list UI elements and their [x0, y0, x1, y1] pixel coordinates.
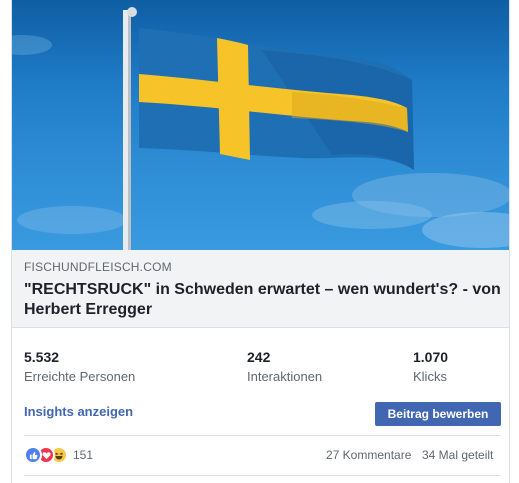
stat-reach: 5.532 Erreichte Personen — [24, 348, 135, 386]
shares-count-link[interactable]: 34 Mal geteilt — [422, 448, 493, 462]
like-icon — [24, 446, 42, 464]
stat-engagement-label: Interaktionen — [247, 369, 323, 384]
stat-clicks-label: Klicks — [413, 369, 447, 384]
reactions-summary[interactable]: 151 — [24, 446, 93, 464]
stat-reach-value: 5.532 — [24, 349, 60, 365]
post-stats: 5.532 Erreichte Personen 242 Interaktion… — [12, 348, 509, 388]
stat-engagement-value: 242 — [247, 349, 271, 365]
comments-count-link[interactable]: 27 Kommentare — [326, 448, 411, 462]
post-card: FISCHUNDFLEISCH.COM "RECHTSRUCK" in Schw… — [11, 0, 510, 483]
link-domain: FISCHUNDFLEISCH.COM — [24, 260, 172, 274]
reaction-count: 151 — [73, 448, 94, 462]
stat-engagement: 242 Interaktionen — [247, 348, 322, 386]
stat-reach-label: Erreichte Personen — [24, 369, 136, 384]
swedish-flag-image — [12, 7, 509, 250]
divider — [24, 435, 501, 436]
boost-post-button[interactable]: Beitrag bewerben — [375, 402, 501, 426]
link-headline[interactable]: "RECHTSRUCK" in Schweden erwartet – wen … — [24, 280, 504, 320]
link-preview-meta[interactable]: FISCHUNDFLEISCH.COM "RECHTSRUCK" in Schw… — [12, 250, 509, 328]
divider — [24, 475, 501, 476]
stat-clicks-value: 1.070 — [413, 349, 449, 365]
link-preview-image[interactable] — [12, 0, 509, 250]
stat-clicks: 1.070 Klicks — [413, 348, 448, 386]
view-insights-link[interactable]: Insights anzeigen — [24, 404, 133, 419]
